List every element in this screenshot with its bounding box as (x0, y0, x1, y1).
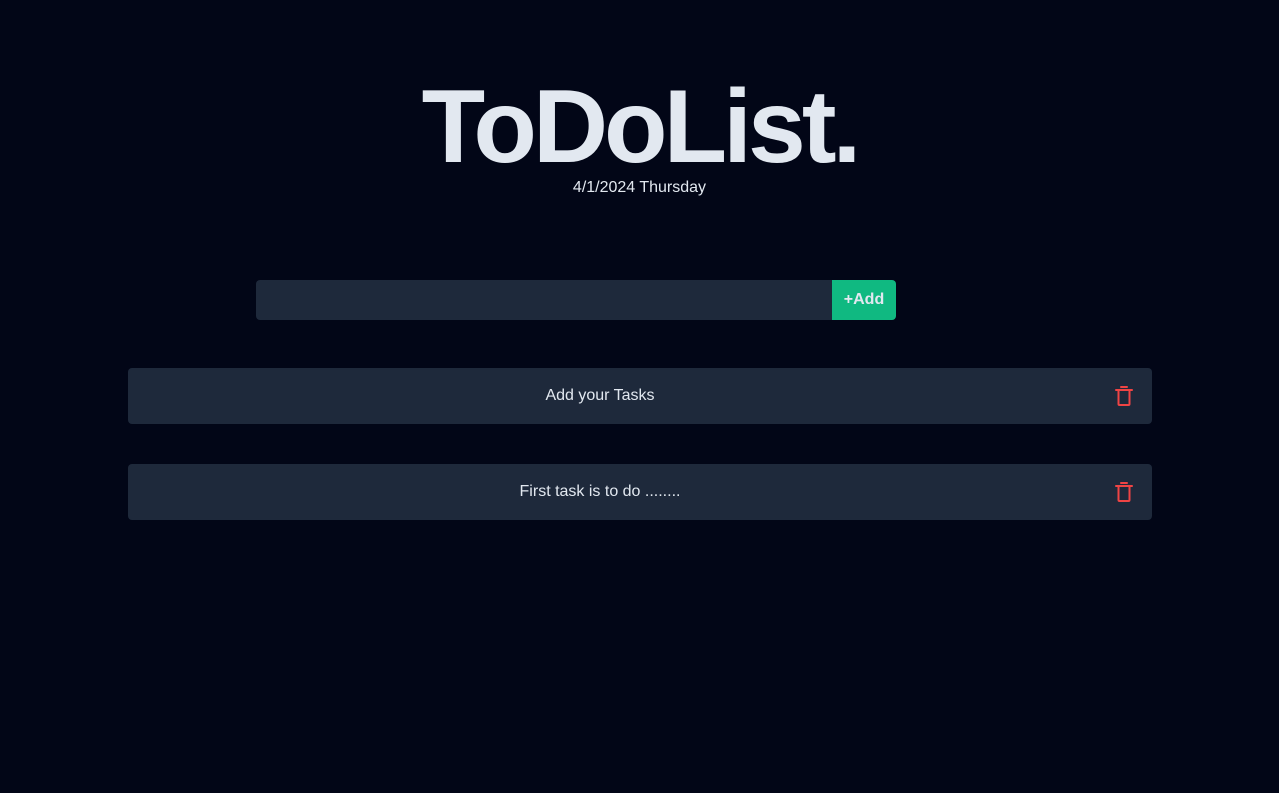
task-list: Add your Tasks First task is to do .....… (128, 368, 1152, 560)
app-title: ToDoList. (421, 69, 862, 185)
current-date: 4/1/2024 Thursday (572, 179, 707, 196)
trash-icon (1115, 386, 1133, 406)
task-item: Add your Tasks (128, 368, 1152, 424)
trash-icon (1115, 482, 1133, 502)
header: ToDoList. 4/1/2024 Thursday (0, 72, 1279, 198)
task-input[interactable] (256, 280, 832, 320)
add-task-form: +Add (256, 280, 896, 320)
task-item: First task is to do ........ (128, 464, 1152, 520)
task-text: Add your Tasks (545, 387, 655, 404)
delete-task-button[interactable] (1112, 384, 1136, 408)
add-task-button[interactable]: +Add (832, 280, 896, 320)
delete-task-button[interactable] (1112, 480, 1136, 504)
task-text: First task is to do ........ (519, 483, 681, 500)
